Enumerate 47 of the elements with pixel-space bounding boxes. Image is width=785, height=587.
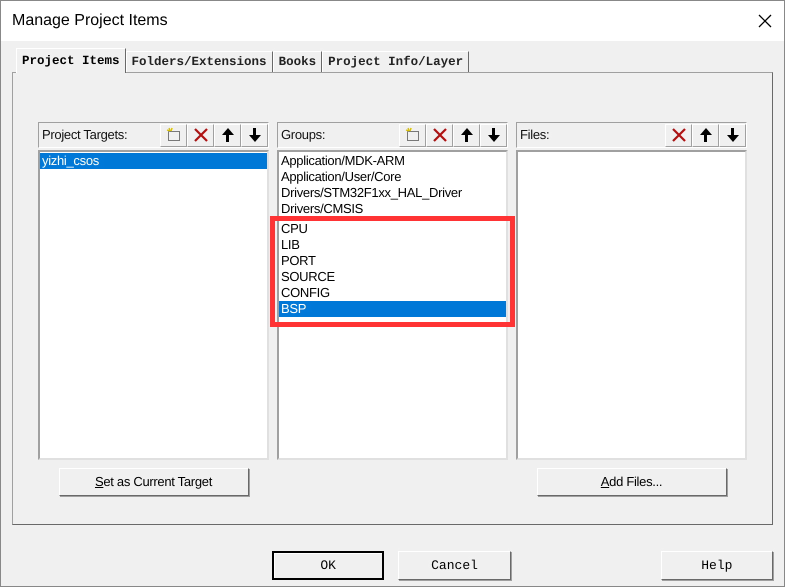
toolbar-button[interactable] <box>160 124 187 146</box>
delete-icon <box>432 127 448 143</box>
list-item[interactable]: yizhi_csos <box>40 153 267 169</box>
button[interactable]: Set as Current Target <box>58 468 248 496</box>
new-item-icon <box>404 127 420 143</box>
tab[interactable]: Folders/Extensions <box>126 51 273 72</box>
panel-label: Groups: <box>281 126 326 144</box>
window-title: Manage Project Items <box>12 11 168 31</box>
toolbar-button[interactable] <box>480 124 507 146</box>
button[interactable]: Add Files... <box>536 468 726 496</box>
delete-icon <box>670 127 686 143</box>
button[interactable]: OK <box>272 551 384 580</box>
toolbar-button[interactable] <box>692 124 719 146</box>
button[interactable]: Cancel <box>398 551 511 580</box>
close-icon[interactable] <box>758 14 772 28</box>
up-arrow-icon <box>220 127 234 143</box>
list-item[interactable]: PORT <box>279 253 506 269</box>
tab[interactable]: Project Info/Layer <box>322 51 470 72</box>
list-item[interactable]: LIB <box>279 237 506 253</box>
list-item[interactable]: Drivers/STM32F1xx_HAL_Driver <box>279 185 506 201</box>
list-item[interactable]: BSP <box>279 301 506 317</box>
down-arrow-icon <box>726 127 740 143</box>
tab[interactable]: Project Items <box>16 48 126 73</box>
up-arrow-icon <box>698 127 712 143</box>
toolbar-button[interactable] <box>214 124 241 146</box>
tab[interactable]: Books <box>272 51 322 72</box>
list-item[interactable]: Application/MDK-ARM <box>279 153 506 169</box>
new-item-icon <box>166 127 182 143</box>
panel-label: Files: <box>520 126 550 144</box>
list-item[interactable]: CONFIG <box>279 285 506 301</box>
toolbar-button[interactable] <box>665 124 692 146</box>
button[interactable]: Help <box>660 551 774 580</box>
list-item[interactable]: CPU <box>279 221 506 237</box>
down-arrow-icon <box>248 127 262 143</box>
panel-label: Project Targets: <box>42 126 128 144</box>
toolbar-button[interactable] <box>426 124 453 146</box>
toolbar-button[interactable] <box>399 124 426 146</box>
toolbar-button[interactable] <box>719 124 746 146</box>
up-arrow-icon <box>460 127 474 143</box>
toolbar-button[interactable] <box>453 124 480 146</box>
list-item[interactable]: Drivers/CMSIS <box>279 201 506 217</box>
down-arrow-icon <box>486 127 500 143</box>
toolbar-button[interactable] <box>187 124 214 146</box>
list-item[interactable]: Application/User/Core <box>279 169 506 185</box>
toolbar-button[interactable] <box>241 124 268 146</box>
delete-icon <box>192 127 208 143</box>
list-item[interactable]: SOURCE <box>279 269 506 285</box>
